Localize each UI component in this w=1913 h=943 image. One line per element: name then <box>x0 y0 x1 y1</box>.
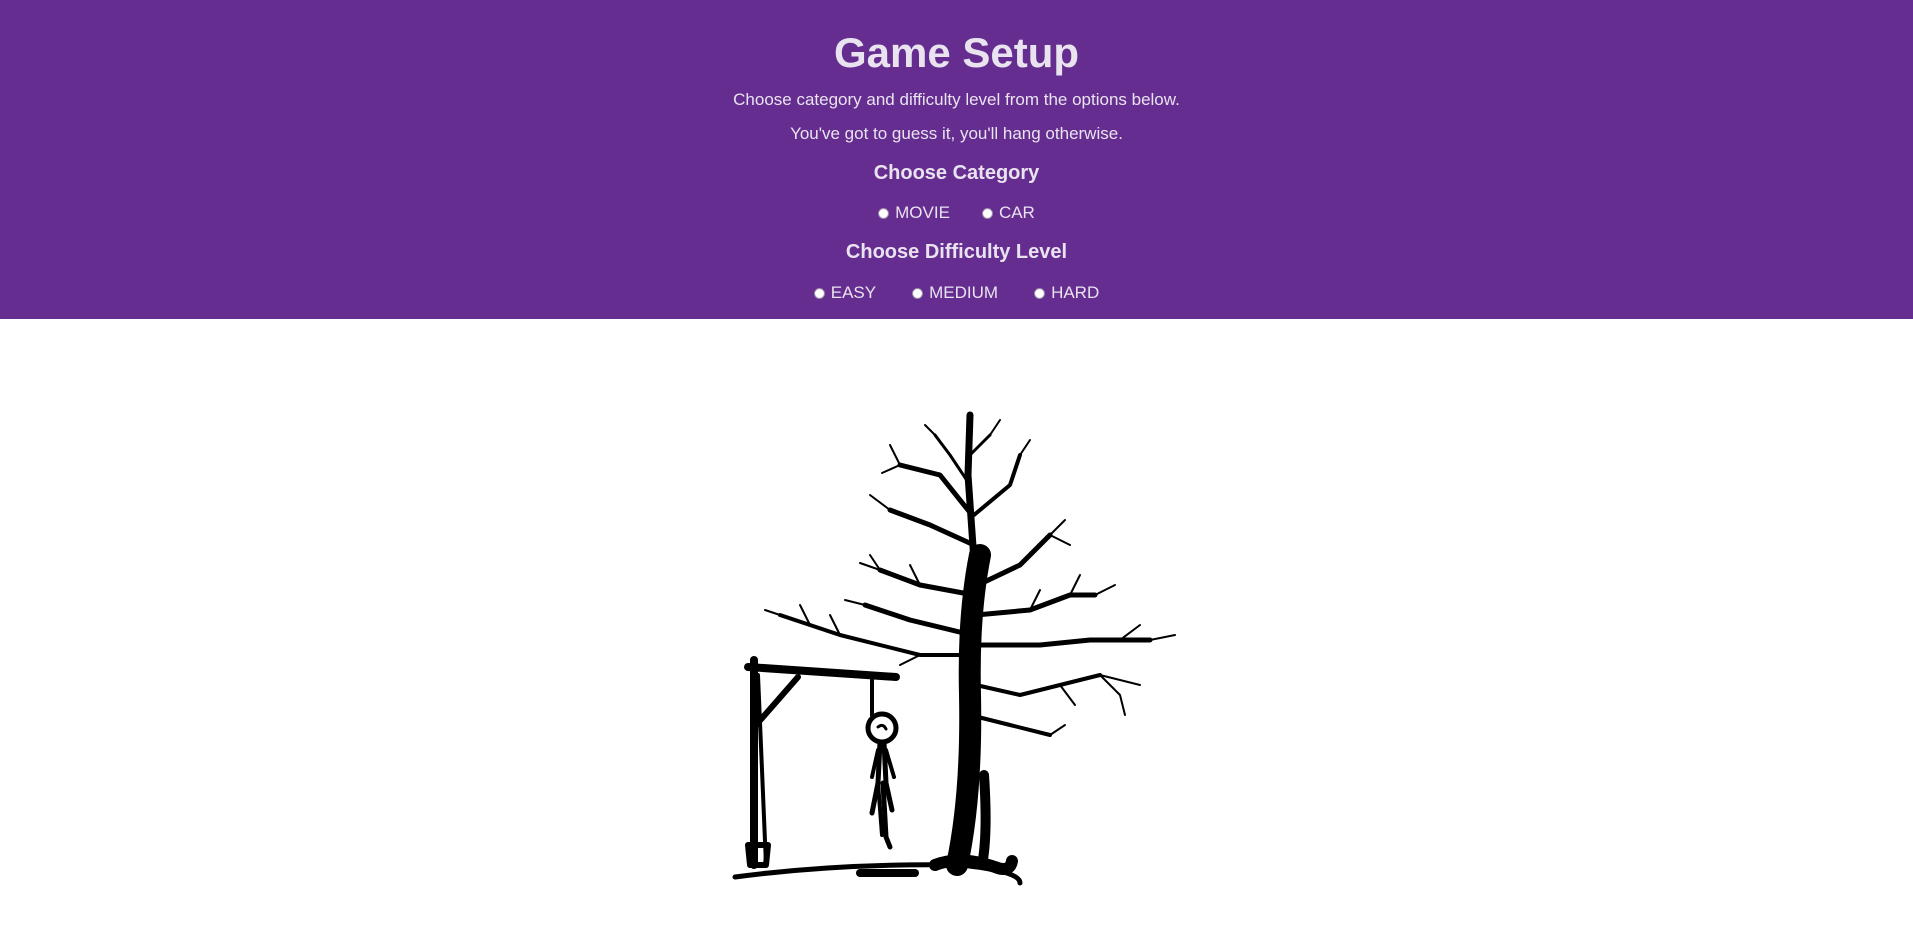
difficulty-option-hard[interactable]: HARD <box>1034 282 1099 304</box>
difficulty-option-medium[interactable]: MEDIUM <box>912 282 998 304</box>
game-setup-header: Game Setup Choose category and difficult… <box>0 0 1913 319</box>
instructions-text: Choose category and difficulty level fro… <box>733 90 1180 109</box>
radio-hard[interactable] <box>1034 287 1046 299</box>
category-option-movie[interactable]: MOVIE <box>878 202 950 224</box>
radio-easy[interactable] <box>813 287 825 299</box>
difficulty-options: EASY MEDIUM HARD <box>0 282 1913 304</box>
radio-medium[interactable] <box>912 287 924 299</box>
warning-text: You've got to guess it, you'll hang othe… <box>790 124 1123 143</box>
radio-car[interactable] <box>981 207 993 219</box>
difficulty-label-easy: EASY <box>830 283 877 302</box>
difficulty-label-medium: MEDIUM <box>929 283 999 302</box>
page-title: Game Setup <box>833 29 1080 76</box>
category-heading: Choose Category <box>873 162 1040 184</box>
category-label-movie: MOVIE <box>895 203 950 222</box>
category-option-car[interactable]: CAR <box>981 202 1035 224</box>
radio-movie[interactable] <box>878 207 890 219</box>
difficulty-label-hard: HARD <box>1051 283 1100 302</box>
difficulty-option-easy[interactable]: EASY <box>813 282 877 304</box>
category-label-car: CAR <box>998 203 1035 222</box>
difficulty-heading: Choose Difficulty Level <box>845 241 1068 263</box>
category-options: MOVIE CAR <box>0 202 1913 224</box>
hangman-tree-icon <box>720 395 1190 895</box>
